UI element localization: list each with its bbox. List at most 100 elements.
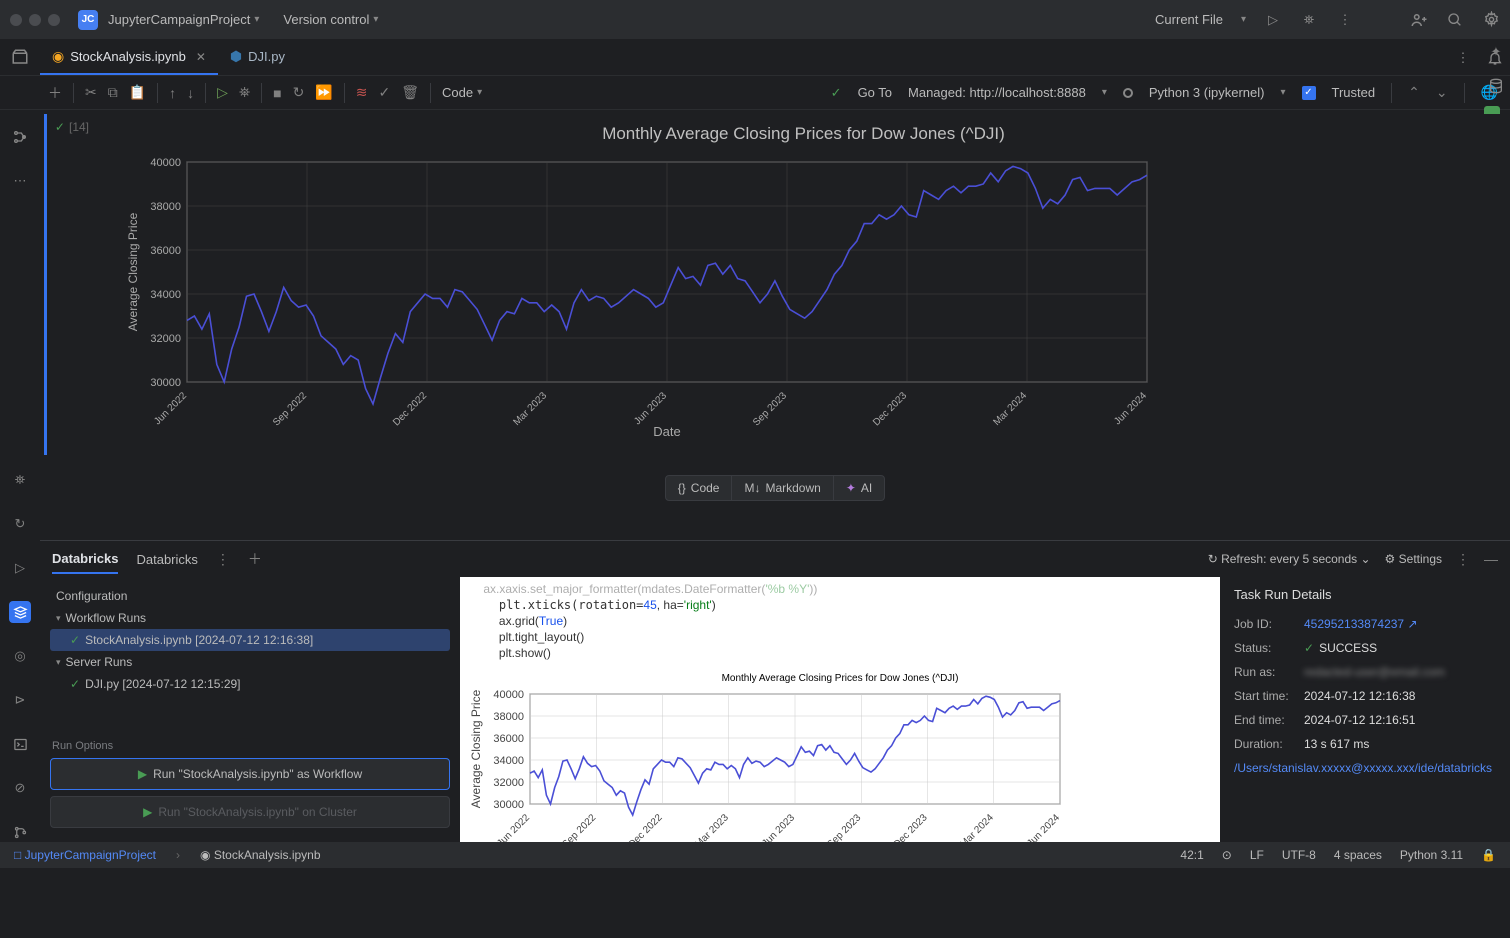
- project-name[interactable]: JupyterCampaignProject: [108, 12, 250, 27]
- clear-icon[interactable]: ✓: [379, 84, 391, 101]
- stop-icon[interactable]: ■: [273, 85, 281, 101]
- chevron-down-icon[interactable]: ▾: [373, 14, 378, 25]
- vcs-menu[interactable]: Version control: [283, 12, 369, 27]
- line-ending[interactable]: LF: [1250, 848, 1264, 862]
- tab-stockanalysis[interactable]: ◉ StockAnalysis.ipynb ✕: [40, 40, 218, 75]
- managed-server[interactable]: Managed: http://localhost:8888: [908, 85, 1086, 100]
- goto-button[interactable]: Go To: [858, 85, 892, 100]
- svg-text:38000: 38000: [493, 711, 524, 723]
- paste-icon[interactable]: 📋: [129, 84, 146, 101]
- run-tool-icon[interactable]: ▷: [9, 557, 31, 579]
- breadcrumb-project[interactable]: □ JupyterCampaignProject: [14, 848, 156, 862]
- job-id-link[interactable]: 452952133874237 ↗: [1304, 617, 1418, 631]
- check-icon: ✓: [55, 120, 65, 134]
- more-icon[interactable]: ⋮: [1454, 49, 1472, 67]
- more-icon[interactable]: ⋮: [216, 551, 230, 568]
- panel-tab-databricks-1[interactable]: Databricks: [52, 545, 118, 574]
- cut-icon[interactable]: ✂: [85, 84, 97, 101]
- more-icon[interactable]: ⋮: [1336, 11, 1354, 29]
- terminal-tool-icon[interactable]: [9, 733, 31, 755]
- python-icon: ⬢: [230, 48, 242, 65]
- window-controls[interactable]: [10, 14, 60, 26]
- minimize-icon[interactable]: —: [1484, 551, 1498, 567]
- trusted-checkbox[interactable]: ✓: [1302, 86, 1316, 100]
- add-tab-icon[interactable]: ＋: [248, 549, 262, 569]
- status-value: ✓SUCCESS: [1304, 641, 1377, 655]
- move-down-icon[interactable]: ↓: [187, 85, 194, 101]
- server-runs-node[interactable]: ▾Server Runs: [50, 651, 450, 673]
- svg-text:Average Closing Price: Average Closing Price: [469, 689, 483, 808]
- interpreter[interactable]: Python 3.11: [1400, 848, 1463, 862]
- line-ending-icon[interactable]: ⊙: [1222, 848, 1232, 862]
- panel-tab-databricks-2[interactable]: Databricks: [136, 546, 197, 573]
- move-up-icon[interactable]: ↑: [169, 85, 176, 101]
- close-icon[interactable]: ✕: [196, 50, 206, 64]
- account-icon[interactable]: [1410, 11, 1428, 29]
- output-preview[interactable]: ax.xaxis.set_major_formatter(mdates.Date…: [460, 577, 1220, 842]
- svg-text:Dec 2023: Dec 2023: [871, 390, 909, 428]
- svg-text:Mar 2023: Mar 2023: [693, 812, 731, 842]
- cell-type-label: Code: [442, 85, 473, 100]
- problems-tool-icon[interactable]: ⊘: [9, 777, 31, 799]
- svg-text:Jun 2024: Jun 2024: [1112, 390, 1149, 427]
- kernel-name[interactable]: Python 3 (ipykernel): [1149, 85, 1265, 100]
- breadcrumb-file[interactable]: ◉ StockAnalysis.ipynb: [200, 848, 321, 862]
- debug-icon[interactable]: ⛯: [1300, 11, 1318, 29]
- database-icon[interactable]: [1488, 78, 1504, 97]
- run-as-value: redacted-user@email.com: [1304, 665, 1445, 679]
- task-run-details: Task Run Details Job ID:452952133874237 …: [1220, 577, 1510, 842]
- workflow-run-item[interactable]: ✓StockAnalysis.ipynb [2024-07-12 12:16:3…: [50, 629, 450, 651]
- titlebar: JC JupyterCampaignProject ▾ Version cont…: [0, 0, 1510, 40]
- run-cell-icon[interactable]: ▷: [217, 84, 228, 101]
- ai-assistant-icon[interactable]: ✦: [1491, 44, 1502, 60]
- workflow-runs-node[interactable]: ▾Workflow Runs: [50, 607, 450, 629]
- add-ai-button[interactable]: ✦AI: [834, 475, 885, 501]
- search-icon[interactable]: [1446, 11, 1464, 29]
- add-code-button[interactable]: {}Code: [665, 475, 733, 501]
- git-tool-icon[interactable]: [9, 821, 31, 843]
- configuration-header[interactable]: Configuration: [50, 585, 450, 607]
- tab-dji[interactable]: ⬢ DJI.py: [218, 40, 297, 75]
- add-cell-icon[interactable]: ＋: [48, 83, 62, 103]
- encoding[interactable]: UTF-8: [1282, 848, 1316, 862]
- indentation[interactable]: 4 spaces: [1334, 848, 1382, 862]
- more-icon[interactable]: ⋮: [1456, 551, 1470, 568]
- collapse-up-icon[interactable]: ⌃: [1408, 84, 1420, 101]
- refresh-dropdown[interactable]: ↻ Refresh: every 5 seconds ⌄: [1208, 552, 1371, 566]
- path-link[interactable]: /Users/stanislav.xxxxx@xxxxx.xxx/ide/dat…: [1234, 761, 1492, 775]
- layers-icon[interactable]: ≋: [356, 84, 368, 101]
- databricks-tool-icon[interactable]: [9, 601, 31, 623]
- settings-icon[interactable]: [1482, 11, 1500, 29]
- copy-icon[interactable]: ⧉: [108, 84, 118, 101]
- details-header: Task Run Details: [1234, 587, 1496, 602]
- settings-button[interactable]: ⚙ Settings: [1385, 552, 1442, 566]
- services-tool-icon[interactable]: ◎: [9, 645, 31, 667]
- run-workflow-button[interactable]: ▶Run "StockAnalysis.ipynb" as Workflow: [50, 758, 450, 790]
- svg-text:Sep 2023: Sep 2023: [751, 390, 789, 428]
- run-config-dropdown[interactable]: Current File: [1155, 12, 1223, 27]
- cursor-position[interactable]: 42:1: [1180, 848, 1203, 862]
- run-icon[interactable]: ▷: [1264, 11, 1282, 29]
- chevron-down-icon[interactable]: ▾: [254, 14, 259, 25]
- markdown-icon: M↓: [744, 481, 760, 495]
- trusted-label: Trusted: [1332, 85, 1376, 100]
- add-markdown-button[interactable]: M↓Markdown: [732, 475, 833, 501]
- editor-area: ✓ [14] Monthly Average Closing Prices fo…: [0, 110, 1510, 540]
- status-bar: □ JupyterCampaignProject › ◉ StockAnalys…: [0, 842, 1510, 868]
- svg-text:34000: 34000: [493, 755, 524, 767]
- cell-type-dropdown[interactable]: Code ▾: [442, 85, 482, 100]
- collapse-down-icon[interactable]: ⌄: [1436, 84, 1448, 101]
- chevron-down-icon[interactable]: ▾: [1241, 14, 1246, 25]
- add-cell-bar: {}Code M↓Markdown ✦AI: [40, 475, 1510, 501]
- readonly-icon[interactable]: 🔒: [1481, 848, 1496, 862]
- svg-text:36000: 36000: [493, 733, 524, 745]
- run-all-icon[interactable]: ⏩: [315, 84, 332, 101]
- delete-icon[interactable]: 🗑: [401, 84, 419, 101]
- server-run-item[interactable]: ✓DJI.py [2024-07-12 12:15:29]: [50, 673, 450, 695]
- debug-cell-icon[interactable]: ⛯: [239, 84, 250, 101]
- run-tree: Configuration ▾Workflow Runs ✓StockAnaly…: [40, 577, 460, 842]
- restart-icon[interactable]: ↻: [293, 84, 305, 101]
- mini-chart-title: Monthly Average Closing Prices for Dow J…: [460, 673, 1220, 684]
- chart-output: Monthly Average Closing Prices for Dow J…: [97, 114, 1510, 455]
- play-circle-tool-icon[interactable]: ⊳: [9, 689, 31, 711]
